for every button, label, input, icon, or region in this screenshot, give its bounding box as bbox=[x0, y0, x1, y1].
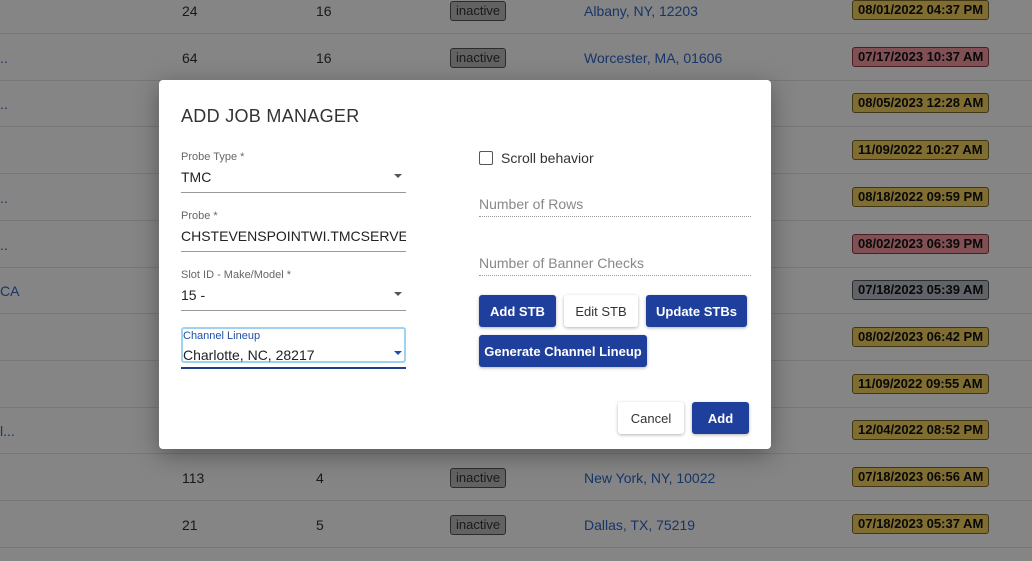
add-stb-button[interactable]: Add STB bbox=[479, 295, 556, 327]
scroll-behavior-label: Scroll behavior bbox=[501, 150, 594, 166]
slot-id-value: 15 - bbox=[181, 287, 206, 303]
channel-lineup-select[interactable]: Channel Lineup Charlotte, NC, 28217 bbox=[181, 327, 406, 369]
chevron-down-icon[interactable] bbox=[394, 351, 402, 355]
probe-type-underline bbox=[181, 192, 406, 193]
probe-field[interactable]: Probe * CHSTEVENSPOINTWI.TMCSERVER bbox=[181, 209, 406, 252]
channel-lineup-focus-box[interactable]: Channel Lineup Charlotte, NC, 28217 bbox=[181, 327, 406, 363]
probe-underline bbox=[181, 251, 406, 252]
slot-id-select[interactable]: Slot ID - Make/Model * 15 - bbox=[181, 268, 406, 311]
probe-type-select[interactable]: Probe Type * TMC bbox=[181, 150, 406, 193]
probe-type-label: Probe Type * bbox=[181, 151, 245, 163]
slot-id-underline bbox=[181, 310, 406, 311]
add-job-manager-dialog: ADD JOB MANAGER Probe Type * TMC Probe *… bbox=[159, 80, 771, 449]
number-of-banner-checks-input[interactable]: Number of Banner Checks bbox=[479, 255, 751, 276]
channel-lineup-label: Channel Lineup bbox=[183, 330, 261, 342]
scroll-behavior-option[interactable]: Scroll behavior bbox=[479, 150, 594, 166]
dialog-title: ADD JOB MANAGER bbox=[181, 106, 360, 126]
number-of-rows-input[interactable]: Number of Rows bbox=[479, 196, 751, 217]
add-button[interactable]: Add bbox=[692, 402, 749, 434]
generate-channel-lineup-button[interactable]: Generate Channel Lineup bbox=[479, 335, 647, 367]
chevron-down-icon[interactable] bbox=[394, 174, 402, 178]
cancel-button[interactable]: Cancel bbox=[618, 402, 684, 434]
probe-type-value: TMC bbox=[181, 169, 212, 185]
edit-stb-button[interactable]: Edit STB bbox=[564, 295, 638, 327]
slot-id-label: Slot ID - Make/Model * bbox=[181, 269, 292, 281]
chevron-down-icon[interactable] bbox=[394, 292, 402, 296]
scroll-behavior-checkbox[interactable] bbox=[479, 151, 493, 165]
channel-lineup-underline bbox=[181, 367, 406, 369]
probe-value: CHSTEVENSPOINTWI.TMCSERVER bbox=[181, 228, 406, 244]
probe-label: Probe * bbox=[181, 210, 218, 222]
update-stbs-button[interactable]: Update STBs bbox=[646, 295, 747, 327]
channel-lineup-value: Charlotte, NC, 28217 bbox=[183, 347, 315, 363]
